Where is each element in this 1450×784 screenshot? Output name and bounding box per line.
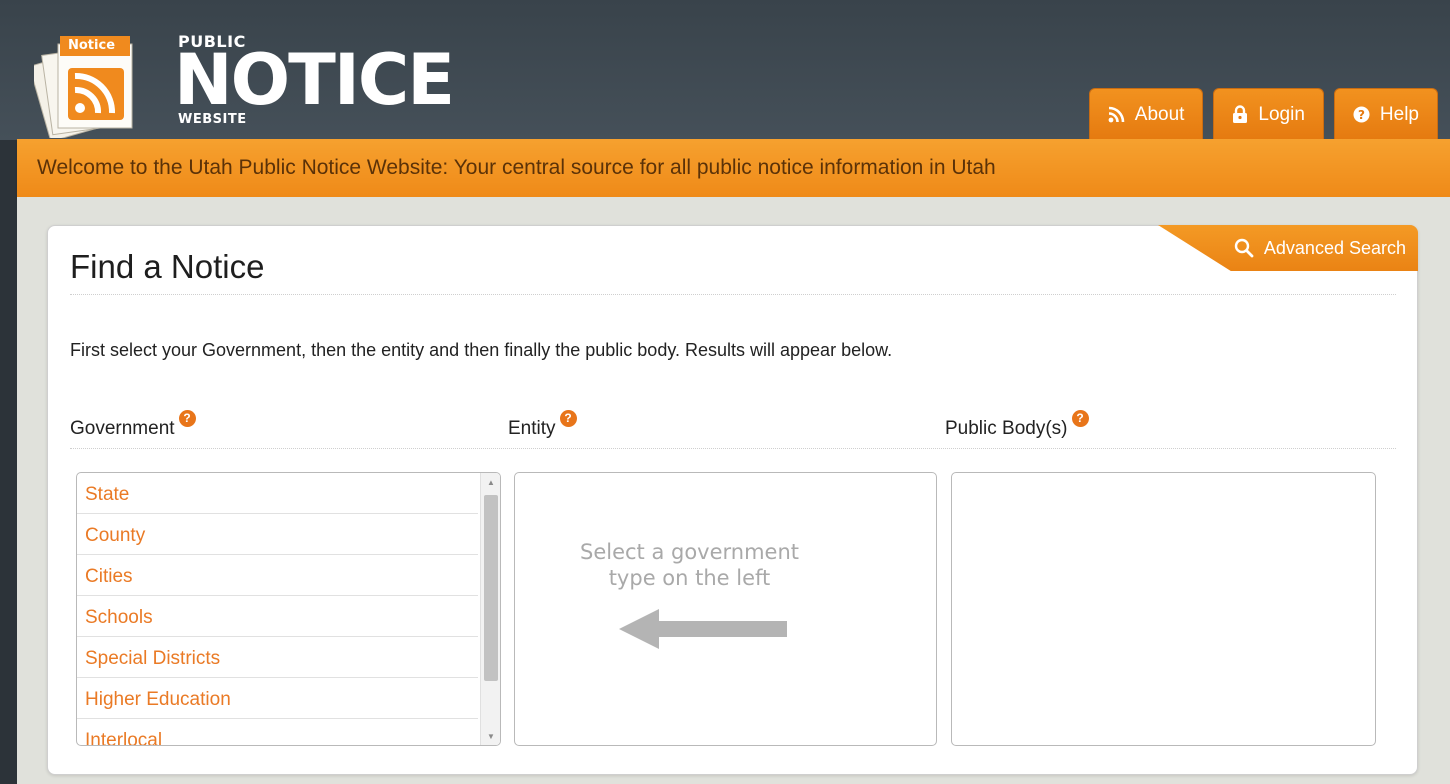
- instructions-text: First select your Government, then the e…: [70, 340, 893, 360]
- main-content: Advanced Search Find a Notice First sele…: [17, 197, 1450, 784]
- left-arrow-icon: [619, 609, 787, 649]
- top-nav: About Login ? Help: [1088, 88, 1438, 140]
- find-notice-panel: Advanced Search Find a Notice First sele…: [47, 225, 1418, 775]
- nav-tab-login[interactable]: Login: [1213, 88, 1324, 140]
- government-option-county[interactable]: County: [77, 514, 478, 555]
- scroll-up-arrow-icon[interactable]: ▲: [481, 473, 500, 491]
- question-icon: ?: [1353, 106, 1370, 123]
- search-icon: [1234, 238, 1254, 258]
- government-list: State County Cities Schools Special Dist…: [77, 473, 478, 745]
- welcome-banner: Welcome to the Utah Public Notice Websit…: [17, 139, 1450, 197]
- nav-tab-help[interactable]: ? Help: [1333, 88, 1438, 140]
- entity-listbox[interactable]: Select a government type on the left: [514, 472, 937, 746]
- advanced-search-button[interactable]: Advanced Search: [1158, 225, 1418, 271]
- logo-badge-text: Notice: [68, 38, 116, 53]
- rss-icon: [1108, 106, 1125, 123]
- nav-tab-about-label: About: [1134, 103, 1185, 125]
- columns-divider: [70, 448, 1396, 449]
- government-listbox[interactable]: State County Cities Schools Special Dist…: [76, 472, 501, 746]
- entity-help-icon[interactable]: ?: [559, 410, 577, 427]
- nav-tab-about[interactable]: About: [1088, 88, 1204, 140]
- government-option-special-districts[interactable]: Special Districts: [77, 637, 478, 678]
- scroll-down-arrow-icon[interactable]: ▼: [481, 727, 500, 745]
- government-option-state[interactable]: State: [77, 473, 478, 514]
- advanced-search-label: Advanced Search: [1263, 237, 1406, 258]
- entity-hint: Select a government type on the left: [515, 539, 900, 591]
- svg-text:?: ?: [1358, 108, 1365, 122]
- entity-hint-line-1: Select a government: [579, 540, 800, 564]
- government-column-label: Government ?: [70, 410, 196, 440]
- entity-hint-line-2: type on the left: [608, 566, 771, 590]
- title-divider: [70, 294, 1396, 295]
- government-option-schools[interactable]: Schools: [77, 596, 478, 637]
- public-body-label: Public Body(s): [945, 418, 1068, 439]
- logo-website-text: WEBSITE: [178, 112, 247, 127]
- lock-icon: [1233, 105, 1248, 123]
- nav-tab-help-label: Help: [1379, 103, 1419, 125]
- entity-label: Entity: [508, 418, 556, 439]
- site-header: Notice PUBLIC NOTICE WEBSITE About Login: [0, 0, 1450, 140]
- scrollbar-thumb[interactable]: [484, 495, 498, 681]
- government-option-higher-education[interactable]: Higher Education: [77, 678, 478, 719]
- logo-notice-text: NOTICE: [174, 39, 455, 121]
- government-option-interlocal[interactable]: Interlocal: [77, 719, 478, 745]
- public-body-listbox[interactable]: [951, 472, 1376, 746]
- nav-tab-login-label: Login: [1258, 103, 1305, 125]
- government-label: Government: [70, 418, 175, 439]
- page-title: Find a Notice: [70, 248, 265, 285]
- entity-column-label: Entity ?: [508, 410, 577, 440]
- site-logo[interactable]: Notice PUBLIC NOTICE WEBSITE: [34, 28, 455, 138]
- public-body-help-icon[interactable]: ?: [1071, 410, 1089, 427]
- government-help-icon[interactable]: ?: [178, 410, 196, 427]
- government-list-scrollbar[interactable]: ▲ ▼: [480, 473, 500, 745]
- public-body-column-label: Public Body(s) ?: [945, 410, 1089, 440]
- government-option-cities[interactable]: Cities: [77, 555, 478, 596]
